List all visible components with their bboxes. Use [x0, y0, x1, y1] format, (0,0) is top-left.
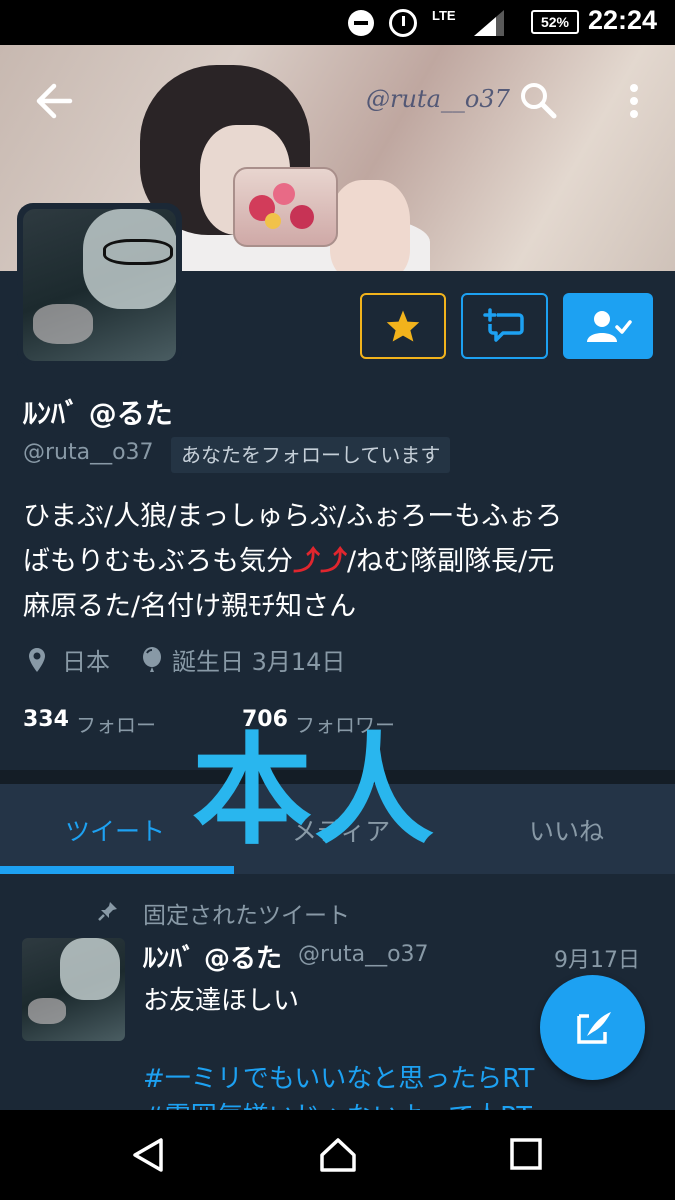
tab-likes[interactable]: いいね — [529, 812, 604, 848]
tweet-avatar[interactable] — [22, 938, 125, 1041]
alarm-icon — [389, 9, 417, 37]
compose-icon — [576, 1011, 611, 1044]
battery-indicator: 52% — [531, 10, 579, 34]
star-icon — [386, 310, 420, 342]
more-vert-icon[interactable] — [622, 80, 646, 122]
profile-birthday: 誕生日 3月14日 — [172, 648, 346, 676]
bio-line: ひまぶ/人狼/まっしゅらぶ/ふぉろーもふぉろ — [23, 501, 563, 532]
search-icon[interactable] — [518, 80, 558, 120]
back-arrow-icon[interactable] — [32, 80, 74, 122]
location-pin-icon — [29, 648, 45, 672]
active-tab-indicator — [0, 866, 234, 874]
pin-icon — [98, 902, 117, 921]
message-icon — [482, 308, 524, 342]
bio-line: ばもりむもぶろも気分⤴⤴/ねむ隊副隊長/元 — [23, 546, 555, 577]
banner-watermark: @ruta__o37 — [366, 85, 510, 113]
person-check-icon — [587, 311, 632, 342]
tweet-author-handle: @ruta__o37 — [298, 942, 429, 967]
tweet-text: お友達ほしい — [143, 986, 300, 1016]
following-label[interactable]: フォロー — [76, 709, 156, 738]
balloon-icon — [143, 647, 161, 672]
arrow-emoji: ⤴⤴ — [293, 546, 347, 577]
tweet-date: 9月17日 — [554, 948, 640, 973]
tweet-hashtag[interactable]: #雰囲気嫌いじゃないよって人RT — [143, 1096, 532, 1110]
tweet-hashtag[interactable]: #一ミリでもいいなと思ったらRT — [143, 1058, 534, 1095]
profile-avatar[interactable] — [17, 203, 182, 367]
pinned-tweet-label: 固定されたツイート — [143, 903, 350, 929]
do-not-disturb-icon — [348, 10, 374, 36]
home-icon[interactable] — [319, 1137, 357, 1173]
favorite-button[interactable] — [360, 293, 446, 359]
banner-phone — [233, 167, 338, 247]
tab-tweets[interactable]: ツイート — [65, 812, 165, 848]
message-button[interactable] — [461, 293, 548, 359]
following-count[interactable]: 334 — [23, 707, 69, 732]
bio-line: 麻原るた/名付け親ﾓﾁ知さん — [23, 591, 357, 622]
system-navigation-bar — [0, 1110, 675, 1200]
profile-location: 日本 — [62, 648, 110, 676]
network-type: LTE — [432, 8, 456, 23]
follows-you-badge: あなたをフォローしています — [171, 437, 451, 473]
square-recents-icon[interactable] — [510, 1137, 542, 1171]
profile-bio: ひまぶ/人狼/まっしゅらぶ/ふぉろーもふぉろ ばもりむもぶろも気分⤴⤴/ねむ隊副… — [23, 494, 653, 629]
user-handle: @ruta__o37 — [23, 440, 154, 465]
tweet-author-name[interactable]: ﾙﾝﾊﾞ @るた — [143, 938, 282, 975]
overlay-annotation: 本人 — [192, 722, 436, 861]
clock: 22:24 — [588, 5, 658, 35]
compose-tweet-button[interactable] — [540, 975, 645, 1080]
following-button[interactable] — [563, 293, 653, 359]
signal-icon — [474, 10, 504, 36]
triangle-back-icon[interactable] — [131, 1137, 167, 1173]
status-bar: LTE 52% 22:24 — [0, 0, 675, 45]
display-name: ﾙﾝﾊﾞ @るた — [23, 397, 173, 430]
